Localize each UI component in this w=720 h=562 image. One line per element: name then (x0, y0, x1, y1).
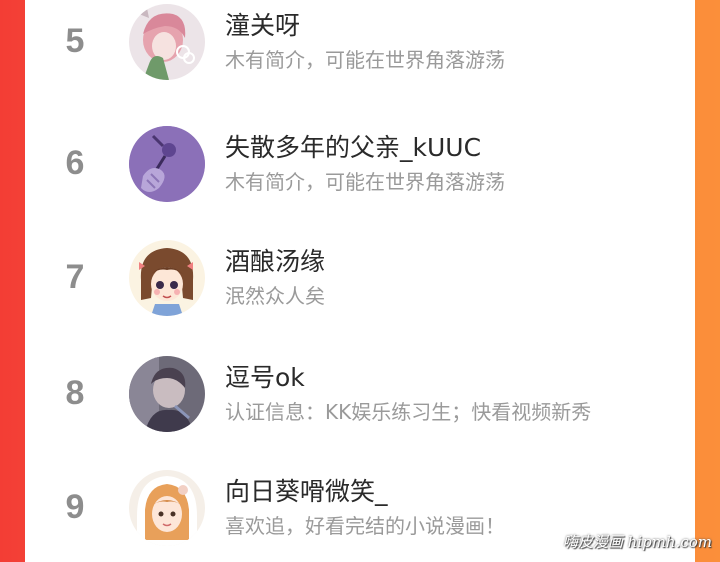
user-name[interactable]: 向日葵嗗微笑_ (225, 472, 388, 508)
user-avatar[interactable] (129, 4, 205, 80)
person-photo-avatar-icon (129, 356, 205, 432)
user-name[interactable]: 逗号ok (225, 358, 305, 394)
girl-white-hood-avatar-icon (129, 470, 205, 546)
user-description: 泯然众人矣 (225, 284, 325, 308)
rank-number: 7 (65, 258, 85, 296)
user-name[interactable]: 潼关呀 (225, 6, 300, 42)
ranking-row[interactable]: 5 潼关呀 木有简介，可能在世界角落游荡 (25, 0, 695, 96)
user-description: 喜欢追，好看完结的小说漫画！ (225, 514, 505, 538)
chibi-girl-avatar-icon (129, 240, 205, 316)
ranking-panel: 5 潼关呀 木有简介，可能在世界角落游荡 6 失散多年的父亲_kUUC 木有简介… (25, 0, 695, 562)
user-description: 木有简介，可能在世界角落游荡 (225, 170, 505, 194)
user-name[interactable]: 酒酿汤缘 (225, 242, 325, 278)
anime-girl-avatar-icon (129, 4, 205, 80)
user-avatar[interactable] (129, 126, 205, 202)
ranking-row[interactable]: 8 逗号ok 认证信息：KK娱乐练习生；快看视频新秀 (25, 348, 695, 448)
ranking-row[interactable]: 6 失散多年的父亲_kUUC 木有简介，可能在世界角落游荡 (25, 118, 695, 218)
rank-number: 9 (65, 488, 85, 526)
user-avatar[interactable] (129, 470, 205, 546)
rank-number: 5 (65, 22, 85, 60)
user-avatar[interactable] (129, 240, 205, 316)
user-name[interactable]: 失散多年的父亲_kUUC (225, 128, 481, 164)
rank-number: 6 (65, 144, 85, 182)
purple-hand-rose-avatar-icon (129, 126, 205, 202)
user-description: 木有简介，可能在世界角落游荡 (225, 48, 505, 72)
user-avatar[interactable] (129, 356, 205, 432)
user-description: 认证信息：KK娱乐练习生；快看视频新秀 (225, 400, 592, 424)
site-watermark: 嗨皮漫画 hipmh.com (562, 533, 712, 551)
ranking-row[interactable]: 7 酒酿汤缘 泯然众人矣 (25, 232, 695, 332)
rank-number: 8 (65, 374, 85, 412)
